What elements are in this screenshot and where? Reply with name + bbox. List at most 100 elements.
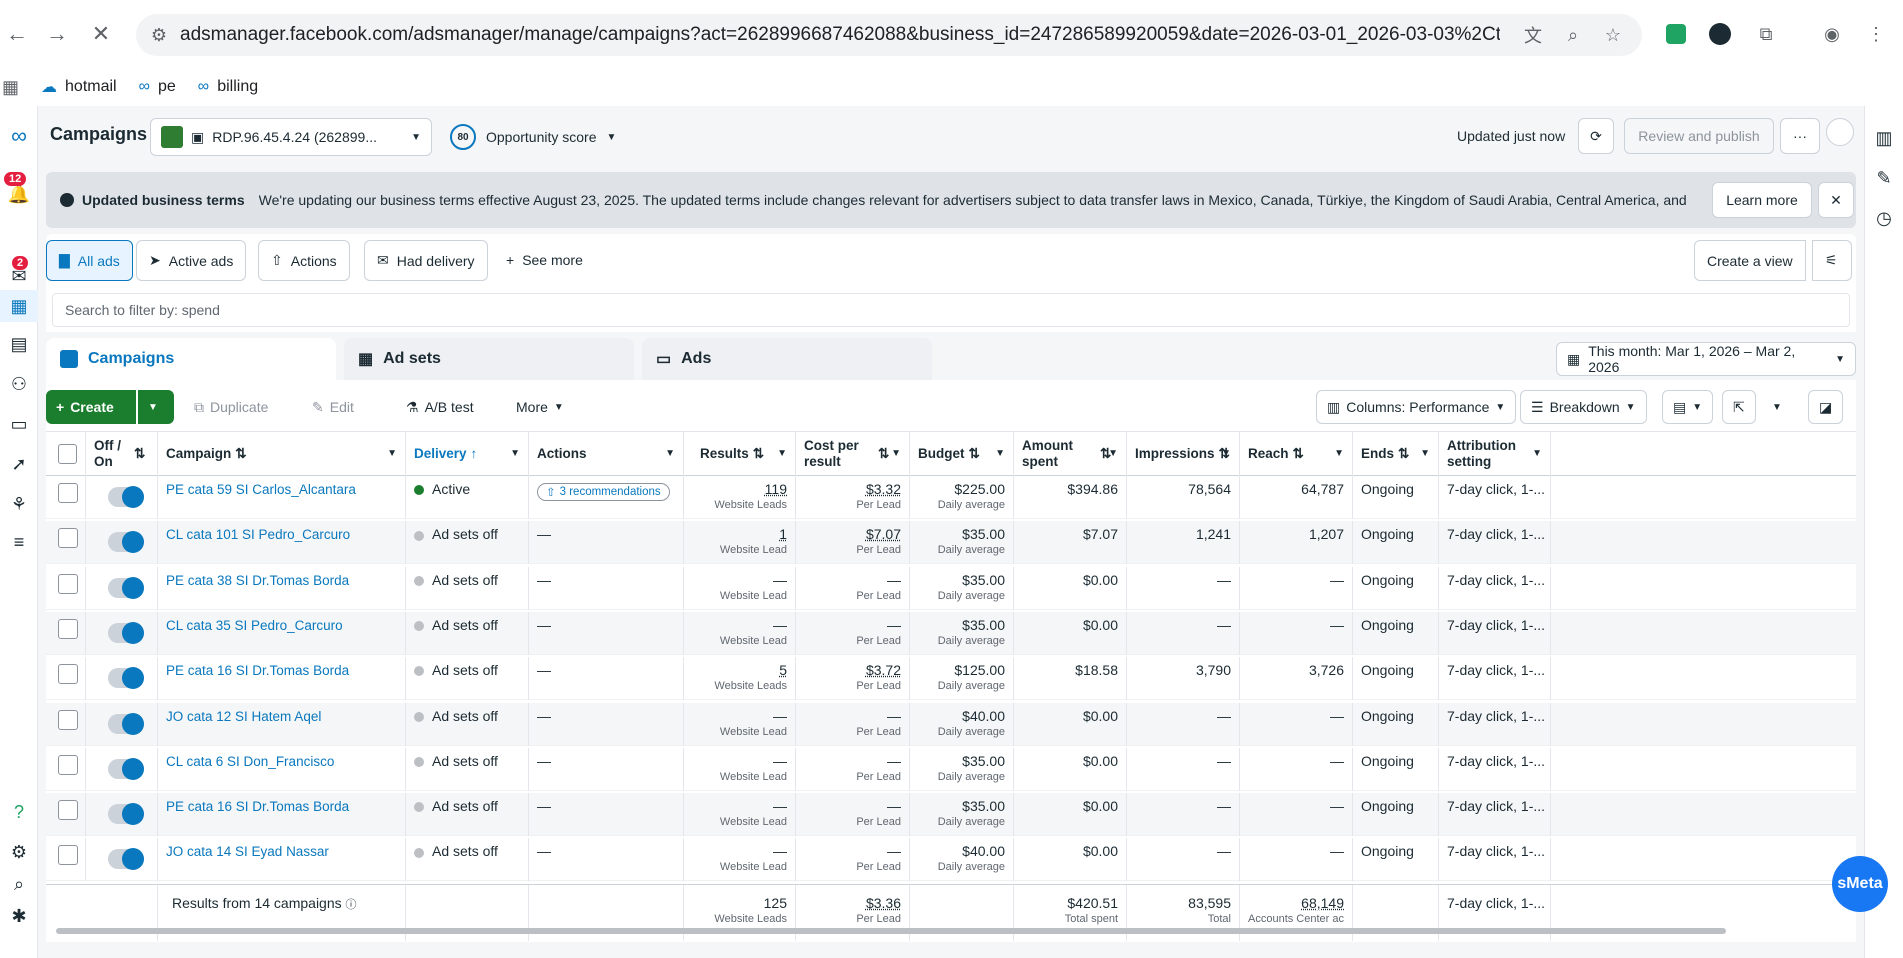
date-range-picker[interactable]: ▦ This month: Mar 1, 2026 – Mar 2, 2026 ▼ — [1556, 342, 1856, 376]
export-button[interactable]: ⇱ — [1722, 390, 1756, 424]
campaign-name-link[interactable]: CL cata 6 SI Don_Francisco — [166, 754, 334, 769]
cpr-value[interactable]: $3.32 — [866, 481, 901, 497]
all-tools-icon[interactable]: ≡ — [0, 526, 38, 558]
bug-report-icon[interactable]: ✱ — [0, 900, 38, 932]
extensions-puzzle-icon[interactable]: ⧉ — [1752, 20, 1780, 48]
close-banner-button[interactable]: ✕ — [1818, 182, 1854, 218]
cpr-value[interactable]: $7.07 — [866, 526, 901, 542]
more-button[interactable]: More ▼ — [506, 390, 574, 424]
col-impressions[interactable]: Impressions ⇅ ▼ — [1127, 432, 1240, 476]
campaign-name-link[interactable]: PE cata 16 SI Dr.Tomas Borda — [166, 799, 349, 814]
row-checkbox[interactable] — [58, 664, 78, 685]
more-options-button[interactable]: ··· — [1780, 118, 1820, 154]
opportunity-score[interactable]: 80 Opportunity score ▼ — [450, 124, 616, 150]
campaigns-table-icon[interactable]: ▦ — [0, 290, 38, 322]
col-reach[interactable]: Reach ⇅ ▼ — [1240, 432, 1353, 476]
back-icon[interactable]: ← — [0, 17, 34, 51]
charts-button[interactable]: ◪ — [1808, 390, 1844, 424]
campaign-name-link[interactable]: JO cata 14 SI Eyad Nassar — [166, 844, 329, 859]
filter-actions[interactable]: ⇧ Actions — [258, 240, 350, 281]
col-off-on[interactable]: Off / On ⇅ — [86, 432, 158, 476]
apps-grid-icon[interactable]: ▦ — [2, 77, 19, 98]
search-icon[interactable]: ⌕ — [0, 868, 38, 900]
col-campaign[interactable]: Campaign ⇅ ▼ — [158, 432, 406, 476]
col-actions[interactable]: Actions ▼ — [529, 432, 684, 476]
create-dropdown-button[interactable]: ▼ — [138, 390, 174, 424]
view-settings-button[interactable]: ⚟ — [1812, 240, 1852, 281]
campaign-toggle[interactable] — [108, 803, 144, 826]
row-checkbox[interactable] — [58, 618, 78, 639]
totals-cpr[interactable]: $3.36 — [866, 895, 901, 911]
site-info-icon[interactable]: ⚙ — [146, 22, 172, 48]
review-publish-button[interactable]: Review and publish — [1624, 118, 1774, 154]
filter-all-ads[interactable]: ▇ All ads — [46, 240, 133, 281]
table-row[interactable]: JO cata 12 SI Hatem Aqel Ad sets off — — Web… — [46, 702, 1856, 746]
results-value[interactable]: 119 — [765, 481, 787, 497]
cpr-value[interactable]: $3.72 — [866, 662, 901, 678]
settings-icon[interactable]: ⚙ — [0, 836, 38, 868]
row-checkbox[interactable] — [58, 754, 78, 775]
refresh-button[interactable]: ⟳ — [1578, 118, 1614, 154]
campaign-toggle[interactable] — [108, 576, 144, 599]
audiences-icon[interactable]: ⚇ — [0, 368, 38, 400]
table-row[interactable]: CL cata 6 SI Don_Francisco Ad sets off — — W… — [46, 747, 1856, 791]
campaign-toggle[interactable] — [108, 712, 144, 735]
bookmark-pe[interactable]: ∞ pe — [139, 78, 176, 96]
extension-smeta-icon[interactable] — [1706, 20, 1734, 48]
campaign-toggle[interactable] — [108, 848, 144, 871]
row-checkbox[interactable] — [58, 528, 78, 549]
forward-icon[interactable]: → — [40, 17, 74, 51]
col-attribution[interactable]: Attribution setting ▼ — [1439, 432, 1551, 476]
pencil-icon[interactable]: ✎ — [1865, 162, 1903, 194]
campaign-name-link[interactable]: PE cata 38 SI Dr.Tomas Borda — [166, 573, 349, 588]
horizontal-scrollbar[interactable] — [56, 928, 1726, 934]
export-dropdown-button[interactable]: ▼ — [1762, 390, 1792, 424]
ab-test-button[interactable]: ⚗ A/B test — [396, 390, 484, 424]
table-row[interactable]: PE cata 38 SI Dr.Tomas Borda Ad sets off —… — [46, 566, 1856, 610]
meta-logo-icon[interactable]: ∞ — [0, 120, 38, 152]
create-view-button[interactable]: Create a view — [1694, 240, 1806, 281]
profile-icon[interactable]: ◉ — [1818, 20, 1846, 48]
tab-campaigns[interactable]: Campaigns — [46, 338, 336, 380]
see-more-button[interactable]: + See more — [506, 252, 583, 268]
table-row[interactable]: PE cata 59 SI Carlos_Alcantara Active ⇧ 3 r… — [46, 476, 1856, 519]
bookmark-billing[interactable]: ∞ billing — [198, 78, 258, 96]
recommendations-pill[interactable]: ⇧ 3 recommendations — [537, 483, 670, 501]
results-value[interactable]: 1 — [779, 526, 787, 542]
chart-icon[interactable]: ▥ — [1865, 122, 1903, 154]
campaign-toggle[interactable] — [108, 621, 144, 644]
events-icon[interactable]: ⚘ — [0, 488, 38, 520]
row-checkbox[interactable] — [58, 573, 78, 594]
edit-button[interactable]: ✎ Edit — [302, 390, 364, 424]
campaign-name-link[interactable]: PE cata 59 SI Carlos_Alcantara — [166, 482, 356, 497]
create-button[interactable]: + Create — [46, 390, 136, 424]
messages-icon[interactable]: ✉ 2 — [0, 256, 38, 292]
notifications-icon[interactable]: 🔔 12 — [0, 172, 38, 210]
select-all-checkbox[interactable] — [58, 444, 77, 464]
campaign-toggle[interactable] — [108, 757, 144, 780]
campaign-toggle[interactable] — [108, 486, 144, 508]
address-bar[interactable]: ⚙ adsmanager.facebook.com/adsmanager/man… — [136, 14, 1642, 56]
bookmark-hotmail[interactable]: ☁ hotmail — [41, 77, 117, 97]
profile-avatar[interactable] — [1826, 118, 1854, 146]
stop-loading-icon[interactable]: ✕ — [84, 17, 118, 51]
zoom-icon[interactable]: ⌕ — [1560, 22, 1586, 48]
campaign-name-link[interactable]: JO cata 12 SI Hatem Aqel — [166, 709, 321, 724]
totals-reach[interactable]: 68,149 — [1301, 895, 1344, 911]
col-amount-spent[interactable]: Amount spent ⇅ ▼ — [1014, 432, 1127, 476]
filter-had-delivery[interactable]: ✉ Had delivery — [364, 240, 488, 281]
smeta-floating-button[interactable]: sMeta — [1832, 856, 1888, 912]
row-checkbox[interactable] — [58, 483, 78, 503]
tab-ad-sets[interactable]: ▦ Ad sets — [344, 338, 634, 380]
col-ends[interactable]: Ends ⇅ ▼ — [1353, 432, 1439, 476]
campaign-name-link[interactable]: CL cata 101 SI Pedro_Carcuro — [166, 527, 350, 542]
help-icon[interactable]: ? — [0, 796, 38, 828]
results-value[interactable]: 5 — [779, 662, 787, 678]
table-row[interactable]: JO cata 14 SI Eyad Nassar Ad sets off — — We… — [46, 838, 1856, 882]
billing-icon[interactable]: ▭ — [0, 408, 38, 440]
row-checkbox[interactable] — [58, 709, 78, 730]
bookmark-star-icon[interactable]: ☆ — [1600, 22, 1626, 48]
account-selector[interactable]: ▣ RDP.96.45.4.24 (262899... ▼ — [150, 118, 432, 156]
col-delivery[interactable]: Delivery ↑ ▼ — [406, 432, 529, 476]
row-checkbox[interactable] — [58, 800, 78, 821]
